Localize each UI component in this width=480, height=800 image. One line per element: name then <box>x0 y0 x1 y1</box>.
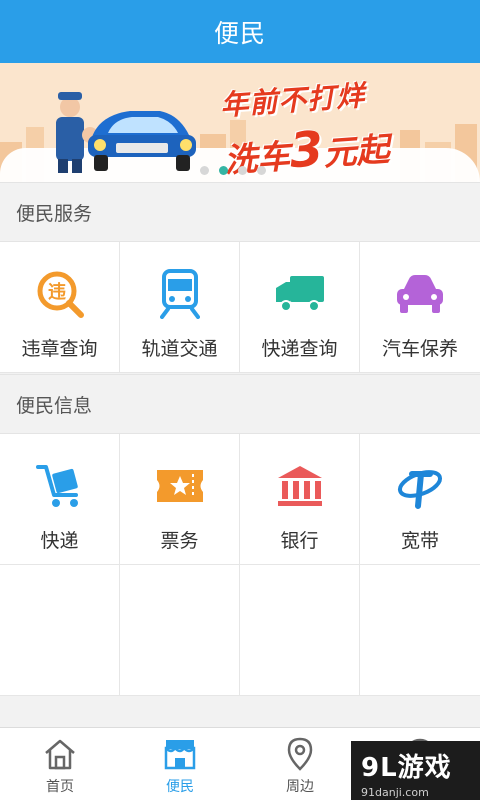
traffic-violation-icon: 违 <box>34 268 86 320</box>
info-label: 宽带 <box>400 530 439 552</box>
promo-price-number: 3 <box>287 121 326 180</box>
home-icon <box>45 739 75 770</box>
tab-label: 周边 <box>286 779 314 795</box>
empty-cell <box>120 565 240 696</box>
pager-dot[interactable] <box>238 166 247 175</box>
service-label: 轨道交通 <box>141 338 218 360</box>
promo-banner[interactable]: 年前不打烊 洗车3元起 <box>0 63 480 182</box>
site-watermark: 9L游戏 91danji.com <box>351 741 480 800</box>
telecom-icon <box>394 460 446 512</box>
store-icon <box>164 740 196 770</box>
service-label: 违章查询 <box>21 338 98 360</box>
location-pin-icon <box>287 737 313 771</box>
empty-cell <box>0 565 120 696</box>
banner-pager <box>200 166 266 175</box>
info-express[interactable]: 快递 <box>0 434 120 565</box>
info-broadband[interactable]: 宽带 <box>360 434 480 565</box>
info-grid: 快递 票务 银行 宽带 <box>0 434 480 696</box>
info-bank[interactable]: 银行 <box>240 434 360 565</box>
pager-dot-active[interactable] <box>219 166 228 175</box>
info-section-header: 便民信息 <box>0 374 480 434</box>
watermark-brand: 9L游戏 <box>361 753 452 783</box>
train-icon <box>154 268 206 320</box>
service-traffic-violation[interactable]: 违 违章查询 <box>0 242 120 373</box>
info-heading: 便民信息 <box>16 394 93 417</box>
tab-home[interactable]: 首页 <box>0 728 120 800</box>
app-header: 便民 <box>0 0 480 63</box>
pager-dot[interactable] <box>257 166 266 175</box>
tab-convenience[interactable]: 便民 <box>120 728 240 800</box>
bank-icon <box>274 460 326 512</box>
promo-line2-suffix: 元起 <box>322 129 391 173</box>
tab-label: 便民 <box>166 779 194 795</box>
promo-text: 年前不打烊 洗车3元起 <box>219 70 425 180</box>
service-rail-transit[interactable]: 轨道交通 <box>120 242 240 373</box>
truck-icon <box>274 268 326 320</box>
service-label: 快递查询 <box>261 338 338 360</box>
info-ticketing[interactable]: 票务 <box>120 434 240 565</box>
empty-cell <box>360 565 480 696</box>
page-title: 便民 <box>213 18 266 48</box>
svg-text:违: 违 <box>48 281 66 303</box>
watermark-url: 91danji.com <box>361 786 429 799</box>
info-label: 快递 <box>40 530 79 552</box>
services-grid: 违 违章查询 轨道交通 快递查询 汽车保养 <box>0 242 480 373</box>
car-icon <box>394 268 446 320</box>
ticket-icon <box>154 460 206 512</box>
services-section-header: 便民服务 <box>0 182 480 242</box>
tab-nearby[interactable]: 周边 <box>240 728 360 800</box>
info-label: 票务 <box>160 530 199 552</box>
tab-label: 首页 <box>46 779 74 795</box>
service-label: 汽车保养 <box>381 338 458 360</box>
services-heading: 便民服务 <box>16 202 93 225</box>
car-wash-illustration <box>56 92 196 173</box>
info-label: 银行 <box>280 530 319 552</box>
service-car-maintenance[interactable]: 汽车保养 <box>360 242 480 373</box>
service-express-query[interactable]: 快递查询 <box>240 242 360 373</box>
delivery-cart-icon <box>34 460 86 512</box>
empty-cell <box>240 565 360 696</box>
pager-dot[interactable] <box>200 166 209 175</box>
